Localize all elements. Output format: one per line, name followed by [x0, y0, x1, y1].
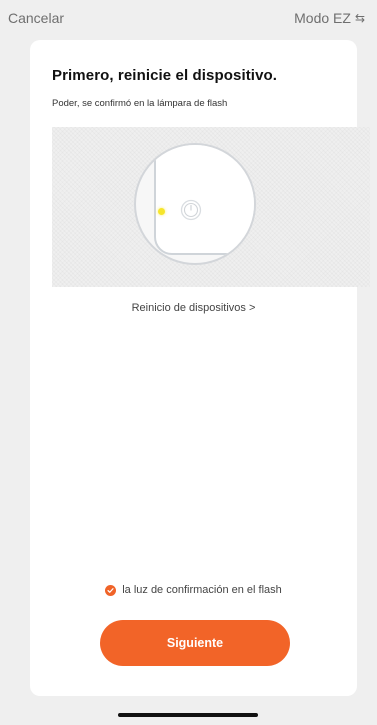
page-title: Primero, reinicie el dispositivo. — [52, 67, 278, 84]
content-card: Primero, reinicie el dispositivo. Poder,… — [30, 40, 370, 696]
home-indicator — [118, 713, 258, 717]
device-ring — [134, 143, 256, 265]
device-body — [154, 145, 254, 255]
top-bar: Cancelar Modo EZ ⇆ — [0, 0, 377, 34]
next-button[interactable]: Siguiente — [100, 620, 290, 666]
confirm-label: la luz de confirmación en el flash — [122, 584, 282, 596]
confirm-row: la luz de confirmación en el flash — [30, 584, 357, 596]
page-subtitle: Poder, se confirmó en la lámpara de flas… — [52, 98, 228, 109]
swap-arrows-icon: ⇆ — [354, 11, 365, 25]
device-illustration — [52, 127, 370, 287]
mode-label: Modo EZ — [294, 10, 351, 26]
screen: Cancelar Modo EZ ⇆ Primero, reinicie el … — [0, 0, 377, 725]
reset-devices-link[interactable]: Reinicio de dispositivos > — [30, 302, 357, 314]
indicator-light-icon — [158, 208, 165, 215]
cancel-button[interactable]: Cancelar — [8, 10, 64, 26]
confirm-checkbox[interactable] — [105, 584, 117, 596]
mode-switch-button[interactable]: Modo EZ ⇆ — [294, 10, 365, 26]
power-icon — [180, 199, 202, 221]
check-icon — [107, 587, 114, 593]
